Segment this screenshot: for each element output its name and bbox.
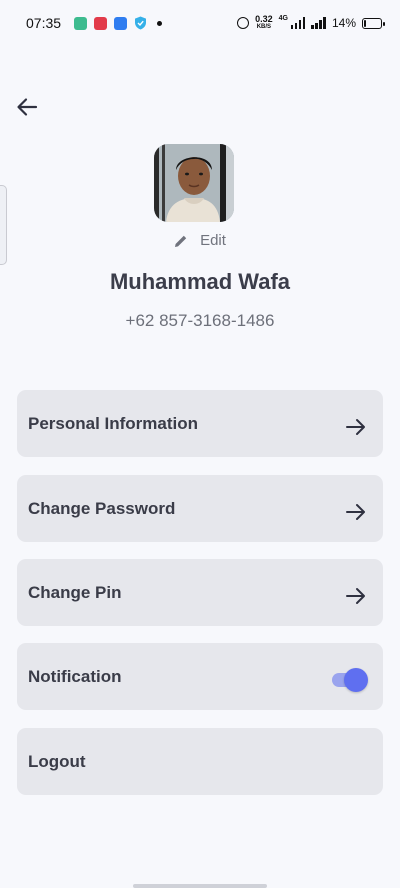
pencil-icon (175, 235, 187, 247)
network-type-label: 4G (278, 15, 288, 22)
avatar (154, 144, 234, 222)
profile-name: Muhammad Wafa (109, 269, 291, 294)
alarm-icon (237, 17, 250, 29)
home-indicator[interactable] (133, 884, 267, 888)
app-notification-icon (74, 16, 88, 30)
status-bar: 07:35 0.32 KB/S 4G 14% (0, 0, 400, 46)
notification-row: Notification (17, 643, 383, 710)
personal-information-button[interactable]: Personal Information (17, 390, 383, 457)
menu-item-label: Logout (28, 751, 86, 771)
edit-label: Edit (200, 232, 226, 249)
change-password-button[interactable]: Change Password (17, 475, 383, 542)
network-speed: 0.32 KB/S (255, 15, 273, 31)
back-button[interactable] (12, 92, 42, 122)
menu-item-label: Personal Information (28, 413, 199, 433)
arrow-right-icon (346, 503, 365, 520)
menu-item-label: Change Pin (28, 582, 122, 602)
logout-button[interactable]: Logout (17, 728, 383, 795)
edit-photo-button[interactable]: Edit (0, 232, 400, 249)
status-right: 0.32 KB/S 4G 14% (237, 15, 385, 31)
app-notification-icon (94, 16, 108, 30)
notification-toggle[interactable] (332, 667, 368, 692)
more-notifications-dot (157, 20, 163, 26)
side-panel-handle[interactable] (0, 185, 7, 265)
menu-item-label: Change Password (28, 498, 176, 518)
status-time: 07:35 (26, 15, 62, 31)
battery-fill (364, 19, 367, 27)
network-speed-value: 0.32 (255, 14, 273, 24)
arrow-right-icon (346, 418, 365, 435)
arrow-left-icon (17, 98, 38, 116)
menu-item-label: Notification (28, 666, 122, 686)
change-pin-button[interactable]: Change Pin (17, 559, 383, 626)
profile-photo (154, 144, 234, 222)
battery-percent: 14% (331, 16, 356, 30)
toggle-knob (344, 667, 368, 692)
arrow-right-icon (346, 587, 365, 604)
shield-icon (135, 16, 147, 30)
status-left: 07:35 (26, 15, 163, 31)
app-notification-icon (114, 16, 128, 30)
battery-icon (362, 17, 385, 29)
network-speed-unit: KB/S (256, 24, 272, 30)
signal-icon (311, 17, 326, 29)
signal-icon (290, 17, 306, 29)
profile-phone: +62 857-3168-1486 (125, 311, 275, 330)
